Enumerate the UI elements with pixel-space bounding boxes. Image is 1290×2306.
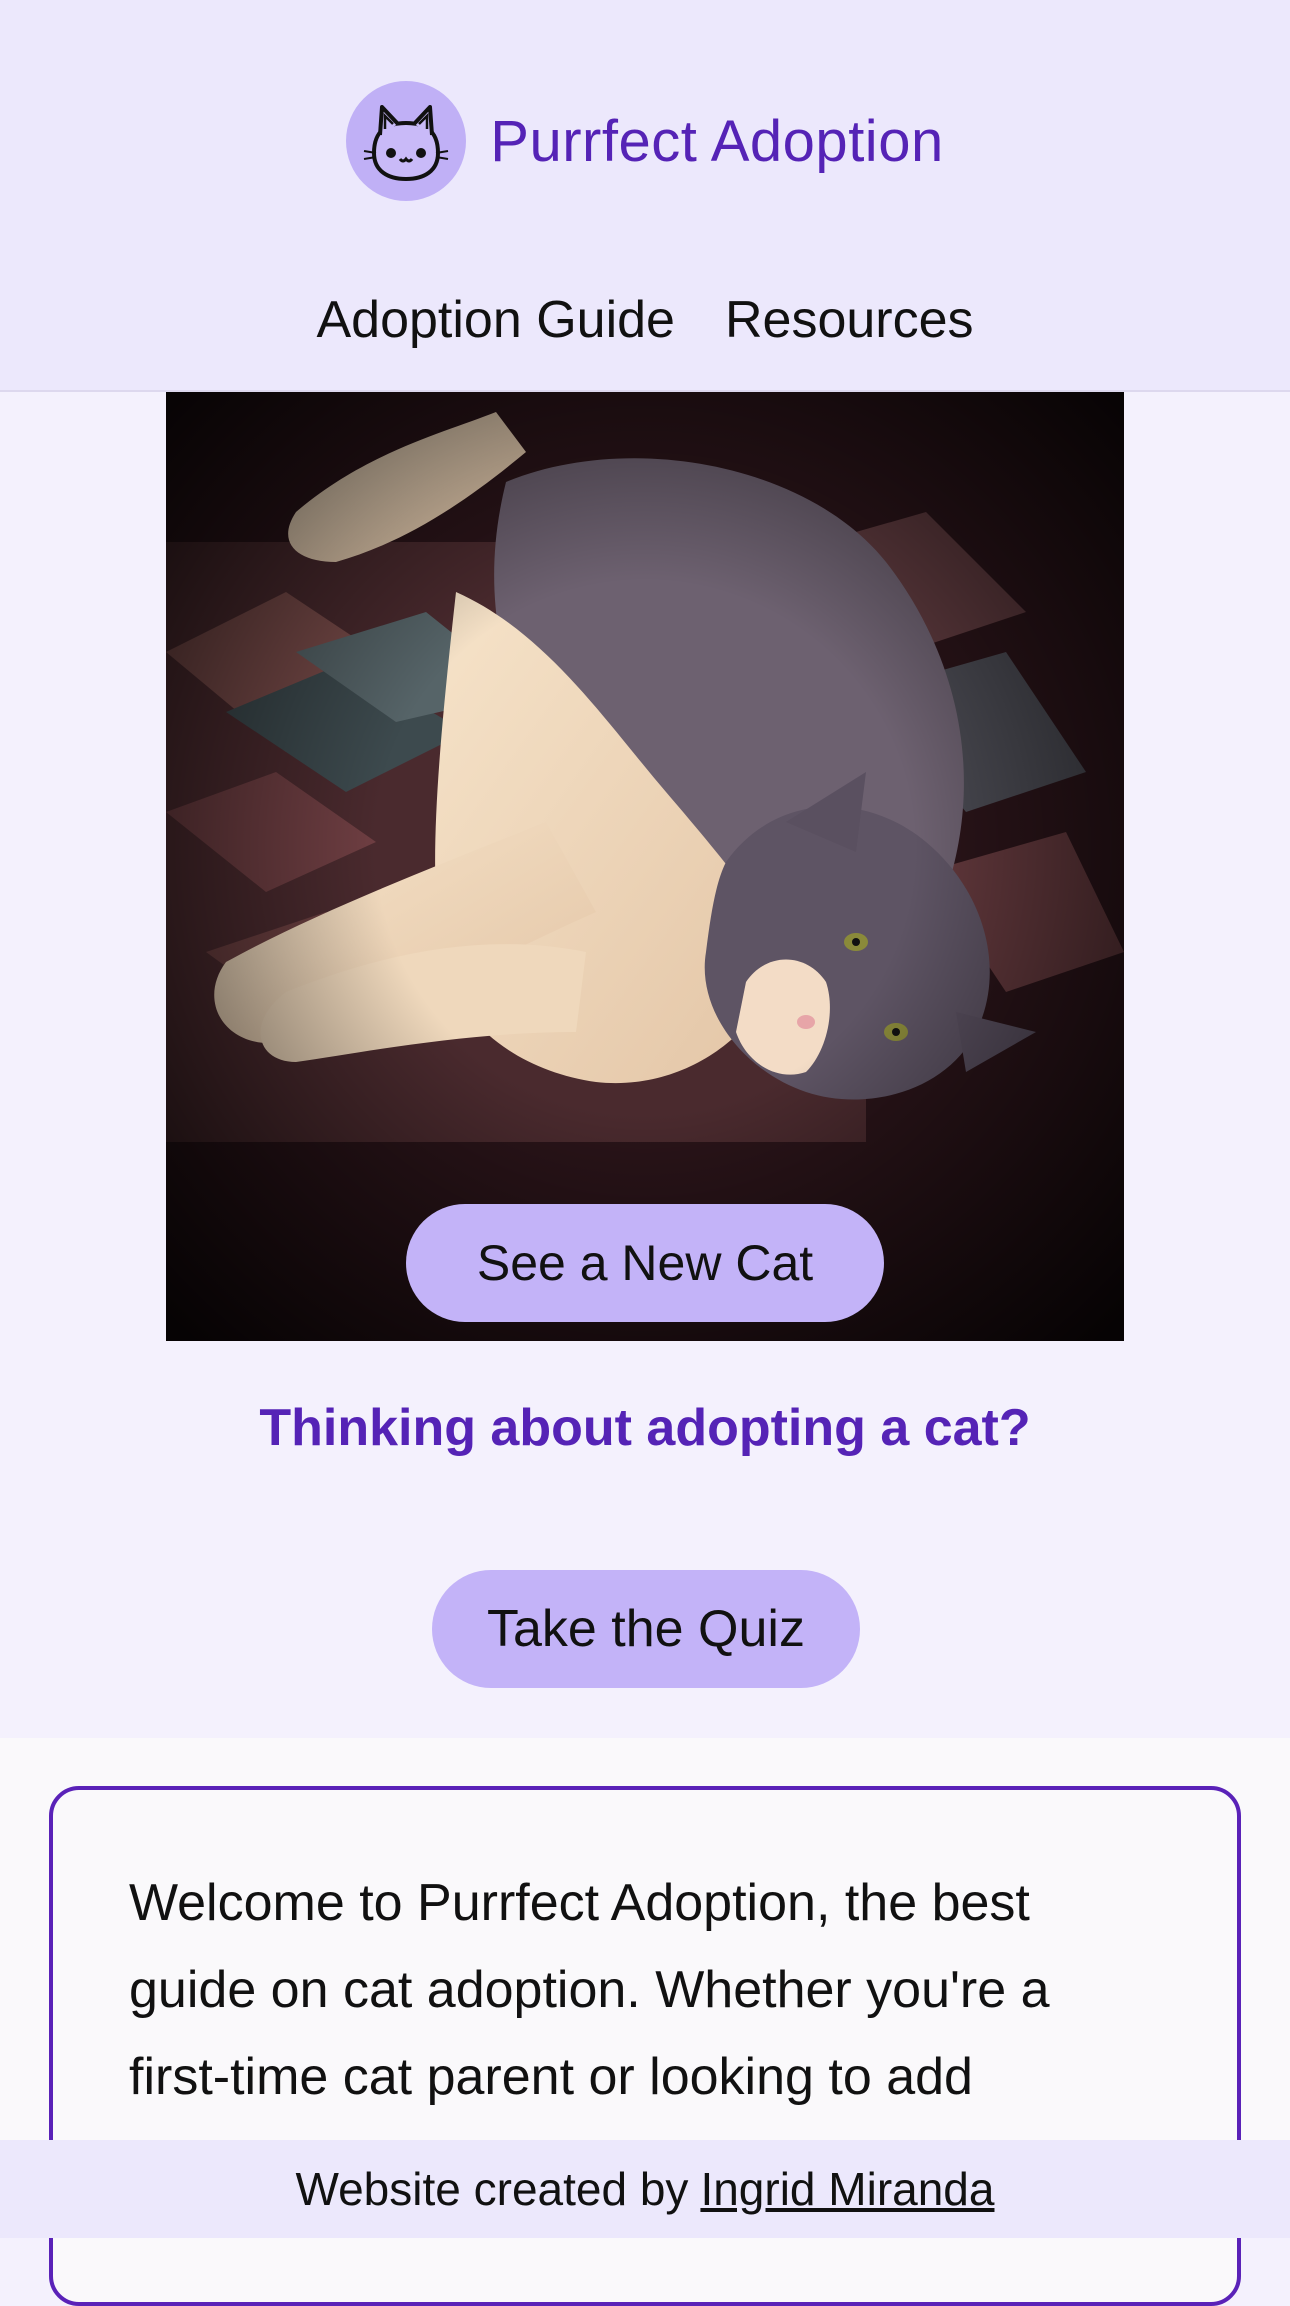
site-footer: Website created by Ingrid Miranda — [0, 2140, 1290, 2238]
footer-credit-text: Website created by — [295, 2163, 689, 2215]
nav-resources[interactable]: Resources — [725, 290, 974, 350]
site-header: Purrfect Adoption Adoption Guide Resourc… — [0, 0, 1290, 392]
brand[interactable]: Purrfect Adoption — [0, 80, 1290, 202]
adoption-question-heading: Thinking about adopting a cat? — [259, 1399, 1031, 1457]
cat-face-icon — [346, 81, 467, 201]
author-link[interactable]: Ingrid Miranda — [700, 2162, 994, 2216]
cat-photo — [166, 392, 1124, 1341]
take-quiz-button[interactable]: Take the Quiz — [432, 1570, 860, 1688]
site-title[interactable]: Purrfect Adoption — [490, 108, 943, 175]
see-new-cat-button[interactable]: See a New Cat — [406, 1204, 884, 1322]
welcome-text: Welcome to Purrfect Adoption, the best g… — [129, 1874, 1050, 2106]
nav-adoption-guide[interactable]: Adoption Guide — [316, 290, 675, 350]
main-nav: Adoption Guide Resources — [0, 290, 1290, 350]
